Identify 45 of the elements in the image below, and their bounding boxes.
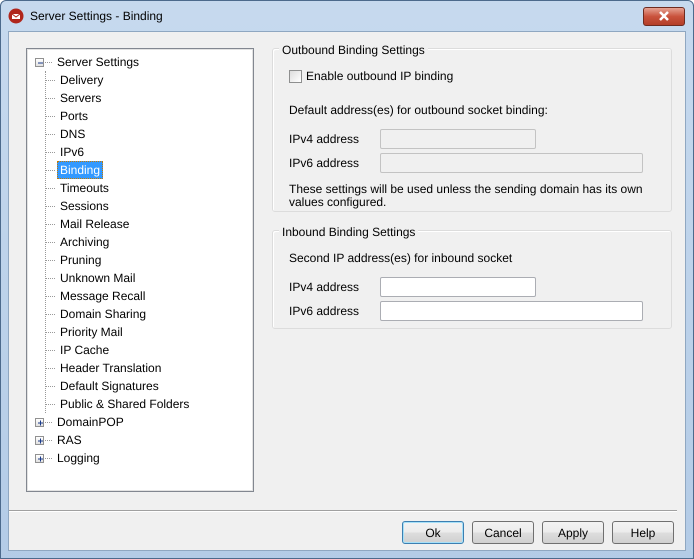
dialog-button[interactable]: Cancel [472,521,534,544]
address-field[interactable] [380,301,643,321]
field-label: IPv6 address [289,155,360,172]
app-icon [8,8,24,24]
tree-item[interactable]: RAS [54,431,85,449]
expander-icon[interactable] [35,418,44,426]
tree-item[interactable]: Timeouts [57,179,112,197]
tree-item[interactable]: Archiving [57,233,112,251]
field-label: IPv6 address [289,303,360,320]
tree-item[interactable]: Public & Shared Folders [57,395,192,413]
window-title: Server Settings - Binding [30,8,164,25]
tree-item[interactable]: Pruning [57,251,104,269]
expander-icon[interactable] [35,436,44,444]
tree-item[interactable]: Servers [57,89,104,107]
tree-item[interactable]: Priority Mail [57,323,126,341]
tree-item[interactable]: IPv6 [57,143,88,161]
note-text: These settings will be used unless the sending domain has its own values configured. [289,183,644,209]
tree-item[interactable]: Unknown Mail [57,269,138,287]
tree-item[interactable]: Domain Sharing [57,305,150,323]
tree-item[interactable]: DNS [57,125,88,143]
expander-icon[interactable] [35,454,44,462]
dialog-button[interactable]: Ok [402,521,464,544]
close-button[interactable] [643,6,685,26]
checkbox-label: Enable outbound IP binding [306,68,454,85]
tree-item[interactable]: Mail Release [57,215,132,233]
checkbox[interactable] [289,70,302,82]
close-icon [658,11,670,21]
field-label: IPv4 address [289,279,360,296]
dialog-button[interactable]: Help [612,521,674,544]
address-field[interactable] [380,277,536,297]
tree-item[interactable]: Header Translation [57,359,164,377]
tree-item[interactable]: Delivery [57,71,106,89]
tree-item[interactable]: IP Cache [57,341,112,359]
expander-icon[interactable] [35,58,44,66]
field-label: IPv4 address [289,131,360,148]
dialog-button[interactable]: Apply [542,521,604,544]
tree-item[interactable]: Logging [54,449,103,467]
tree-item[interactable]: DomainPOP [54,413,127,431]
tree-item[interactable]: Default Signatures [57,377,162,395]
tree-item[interactable]: Ports [57,107,92,125]
tree-item[interactable]: Sessions [57,197,112,215]
instruction-text: Default address(es) for outbound socket binding: [289,102,549,119]
instruction-text: Second IP address(es) for inbound socket [289,250,514,267]
tree-item[interactable]: Message Recall [57,287,148,305]
tree-item[interactable]: Server Settings [54,53,142,71]
